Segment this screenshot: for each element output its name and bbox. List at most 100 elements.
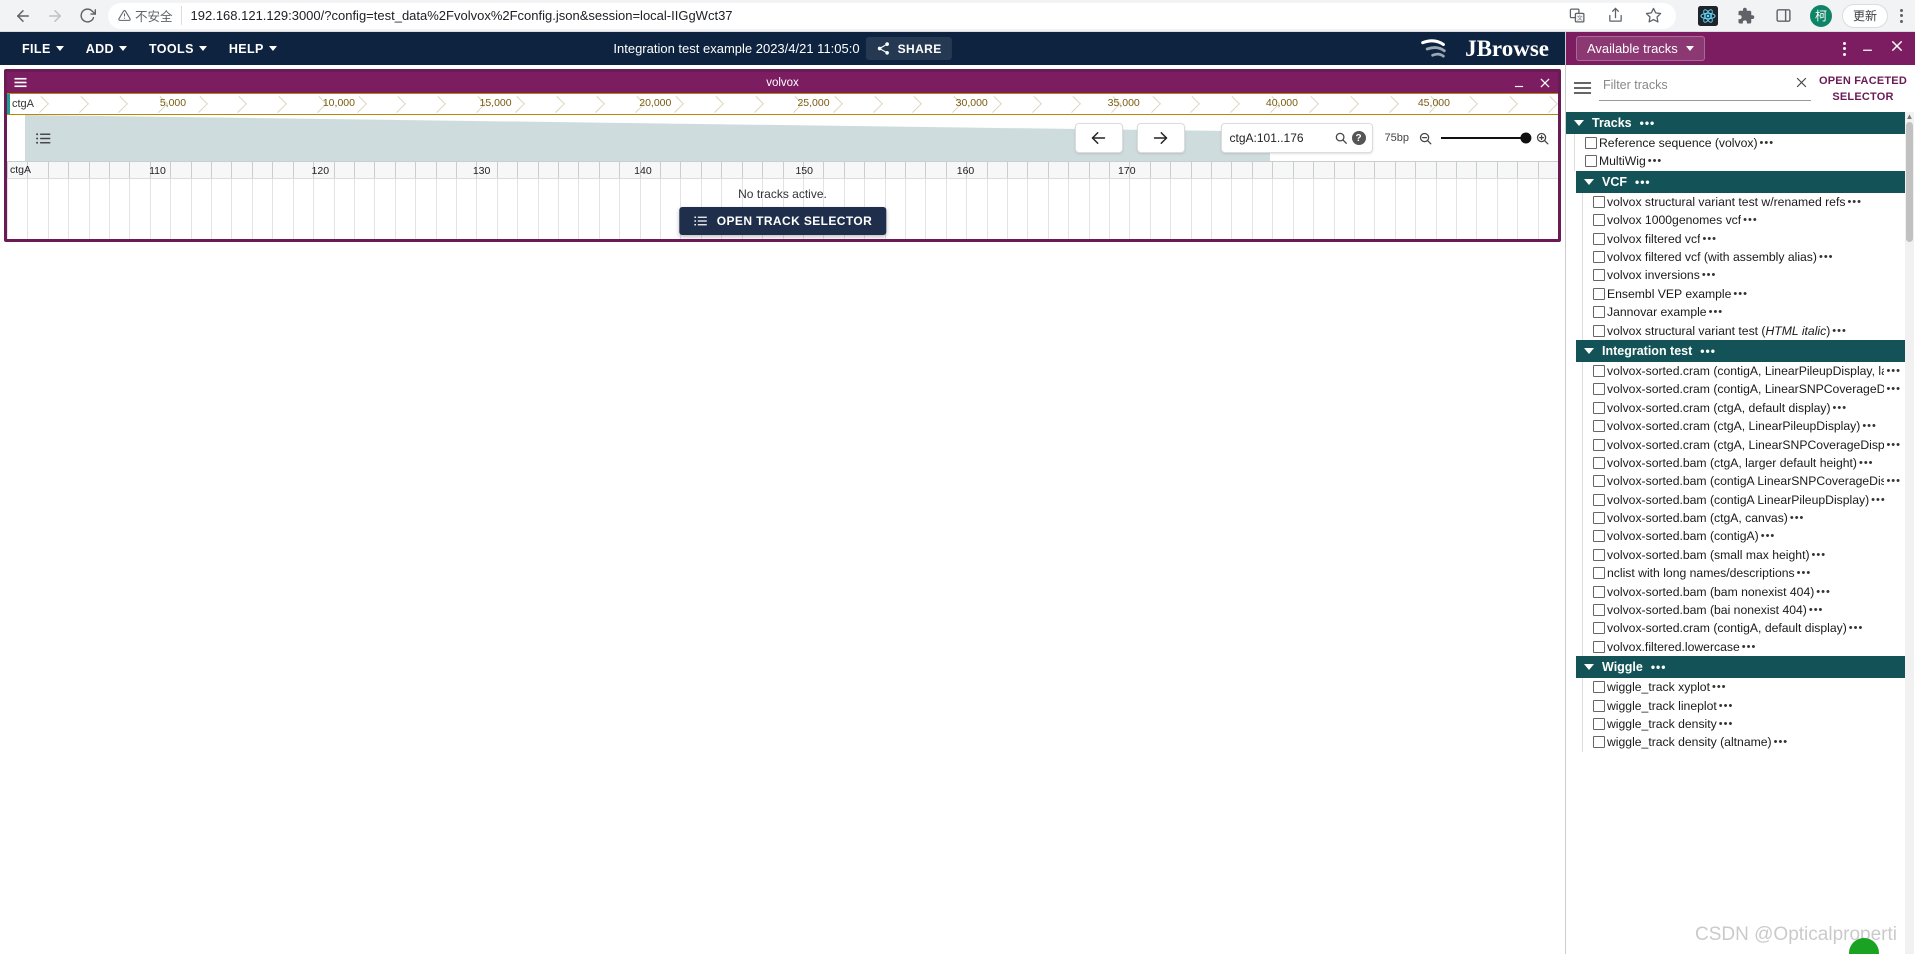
track-list-item[interactable]: volvox-sorted.cram (contigA, default dis…: [1582, 619, 1905, 638]
track-list-item[interactable]: volvox.filtered.lowercase •••: [1582, 637, 1905, 657]
track-list-item[interactable]: volvox-sorted.cram (contigA, LinearPileu…: [1582, 361, 1905, 381]
track-list-item[interactable]: volvox-sorted.cram (ctgA, LinearPileupDi…: [1582, 416, 1905, 436]
track-options-icon[interactable]: •••: [1886, 365, 1901, 377]
track-canvas[interactable]: No tracks active. OPEN TRACK SELECTOR: [7, 179, 1558, 239]
forward-arrow-icon[interactable]: [40, 1, 70, 31]
track-list-item[interactable]: volvox-sorted.cram (ctgA, default displa…: [1582, 398, 1905, 417]
track-checkbox[interactable]: [1585, 137, 1597, 150]
track-checkbox[interactable]: [1593, 383, 1605, 396]
track-options-icon[interactable]: •••: [1862, 420, 1877, 432]
track-options-icon[interactable]: •••: [1859, 457, 1874, 469]
track-list-item[interactable]: volvox filtered vcf (with assembly alias…: [1582, 247, 1905, 267]
track-checkbox[interactable]: [1585, 155, 1597, 168]
zoom-slider-thumb[interactable]: [1520, 132, 1532, 144]
track-options-icon[interactable]: •••: [1819, 251, 1834, 263]
track-list-item[interactable]: volvox-sorted.bam (contigA LinearSNPCove…: [1582, 472, 1905, 491]
track-list-item[interactable]: volvox-sorted.bam (ctgA, canvas) •••: [1582, 508, 1905, 528]
track-list-item[interactable]: volvox-sorted.bam (bai nonexist 404) •••: [1582, 600, 1905, 620]
track-checkbox[interactable]: [1593, 269, 1605, 282]
track-list-scroll-thumb[interactable]: [1906, 121, 1913, 242]
track-checkbox[interactable]: [1593, 736, 1605, 749]
track-options-icon[interactable]: •••: [1709, 306, 1724, 318]
menu-add[interactable]: ADD: [78, 38, 135, 60]
help-icon[interactable]: ?: [1351, 131, 1366, 145]
track-checkbox[interactable]: [1593, 681, 1605, 694]
track-list-item[interactable]: volvox-sorted.bam (contigA LinearPileupD…: [1582, 490, 1905, 509]
track-list-item[interactable]: volvox-sorted.bam (small max height) •••: [1582, 545, 1905, 565]
security-indicator[interactable]: 不安全: [118, 6, 182, 25]
track-checkbox[interactable]: [1593, 287, 1605, 300]
track-group-header-vcf[interactable]: VCF •••: [1576, 170, 1905, 193]
filter-field[interactable]: [1599, 73, 1811, 101]
track-list-item[interactable]: nclist with long names/descriptions •••: [1582, 564, 1905, 583]
back-arrow-icon[interactable]: [8, 1, 38, 31]
drawer-title-selector[interactable]: Available tracks: [1576, 36, 1705, 61]
track-options-icon[interactable]: •••: [1760, 137, 1775, 149]
react-devtools-icon[interactable]: [1696, 4, 1720, 28]
track-list-item[interactable]: wiggle_track density (altname) •••: [1582, 733, 1905, 752]
track-list-item[interactable]: wiggle_track xyplot •••: [1582, 678, 1905, 697]
track-checkbox[interactable]: [1593, 438, 1605, 451]
track-group-header-wiggle[interactable]: Wiggle •••: [1576, 656, 1905, 679]
close-icon[interactable]: [1538, 76, 1552, 90]
session-title[interactable]: Integration test example 2023/4/21 11:05…: [613, 41, 859, 56]
track-checkbox[interactable]: [1593, 420, 1605, 433]
track-options-icon[interactable]: •••: [1832, 325, 1847, 337]
track-checkbox[interactable]: [1593, 456, 1605, 469]
track-list-item[interactable]: volvox inversions •••: [1582, 266, 1905, 285]
track-checkbox[interactable]: [1593, 622, 1605, 635]
track-options-icon[interactable]: •••: [1719, 718, 1734, 730]
overview-ruler[interactable]: ctgA 5,000 10,000 15,000 20,000 25,000 30,000…: [7, 93, 1558, 115]
reload-icon[interactable]: [72, 1, 102, 31]
menu-file[interactable]: FILE: [14, 38, 72, 60]
profile-avatar[interactable]: 柯: [1809, 4, 1832, 27]
menu-help[interactable]: HELP: [221, 38, 285, 60]
share-button[interactable]: SHARE: [865, 37, 952, 60]
group-options-icon[interactable]: •••: [1700, 344, 1716, 358]
view-menu-icon[interactable]: [13, 76, 28, 89]
track-checkbox[interactable]: [1593, 567, 1605, 580]
kebab-menu-icon[interactable]: [1843, 41, 1846, 56]
group-options-icon[interactable]: •••: [1635, 175, 1651, 189]
track-checkbox[interactable]: [1593, 214, 1605, 227]
update-button[interactable]: 更新: [1841, 3, 1888, 28]
magnifier-icon[interactable]: [1334, 131, 1348, 145]
hamburger-icon[interactable]: [1574, 82, 1591, 94]
zoom-slider[interactable]: [1441, 132, 1532, 144]
track-checkbox[interactable]: [1593, 699, 1605, 712]
position-ruler[interactable]: ctgA 110 120 130 140 150 160 170: [7, 161, 1558, 179]
track-group-header-integration-test[interactable]: Integration test •••: [1576, 339, 1905, 362]
open-faceted-selector-button[interactable]: OPEN FACETED SELECTOR: [1819, 73, 1907, 106]
menu-tools[interactable]: TOOLS: [141, 38, 215, 60]
group-options-icon[interactable]: •••: [1651, 660, 1667, 674]
track-group-header-tracks[interactable]: Tracks •••: [1566, 111, 1905, 134]
track-options-icon[interactable]: •••: [1797, 567, 1812, 579]
track-checkbox[interactable]: [1593, 493, 1605, 506]
minimize-icon[interactable]: [1512, 76, 1526, 90]
translate-icon[interactable]: 文: [1566, 4, 1590, 28]
track-list-icon[interactable]: [29, 131, 57, 146]
clear-x-icon[interactable]: [1794, 75, 1809, 95]
location-box[interactable]: ?: [1220, 123, 1373, 153]
track-checkbox[interactable]: [1593, 530, 1605, 543]
track-options-icon[interactable]: •••: [1719, 700, 1734, 712]
track-options-icon[interactable]: •••: [1833, 402, 1848, 414]
track-options-icon[interactable]: •••: [1849, 622, 1864, 634]
group-options-icon[interactable]: •••: [1640, 116, 1656, 130]
track-checkbox[interactable]: [1593, 306, 1605, 319]
track-list-item[interactable]: volvox-sorted.cram (contigA, LinearSNPCo…: [1582, 380, 1905, 399]
track-checkbox[interactable]: [1593, 585, 1605, 598]
track-list-item[interactable]: volvox structural variant test (HTML ita…: [1582, 321, 1905, 340]
track-options-icon[interactable]: •••: [1886, 475, 1901, 487]
track-list-item[interactable]: Ensembl VEP example •••: [1582, 284, 1905, 303]
track-checkbox[interactable]: [1593, 718, 1605, 730]
track-list-item[interactable]: wiggle_track density •••: [1582, 714, 1905, 734]
track-checkbox[interactable]: [1593, 251, 1605, 264]
track-checkbox[interactable]: [1593, 364, 1605, 377]
scroll-up-arrow[interactable]: ▲: [1905, 112, 1914, 122]
track-checkbox[interactable]: [1593, 548, 1605, 561]
drawer-minimize-icon[interactable]: [1860, 39, 1875, 59]
track-list-item[interactable]: volvox-sorted.cram (ctgA, LinearSNPCover…: [1582, 435, 1905, 454]
track-options-icon[interactable]: •••: [1847, 196, 1862, 208]
track-list-item[interactable]: volvox-sorted.bam (bam nonexist 404) •••: [1582, 582, 1905, 601]
